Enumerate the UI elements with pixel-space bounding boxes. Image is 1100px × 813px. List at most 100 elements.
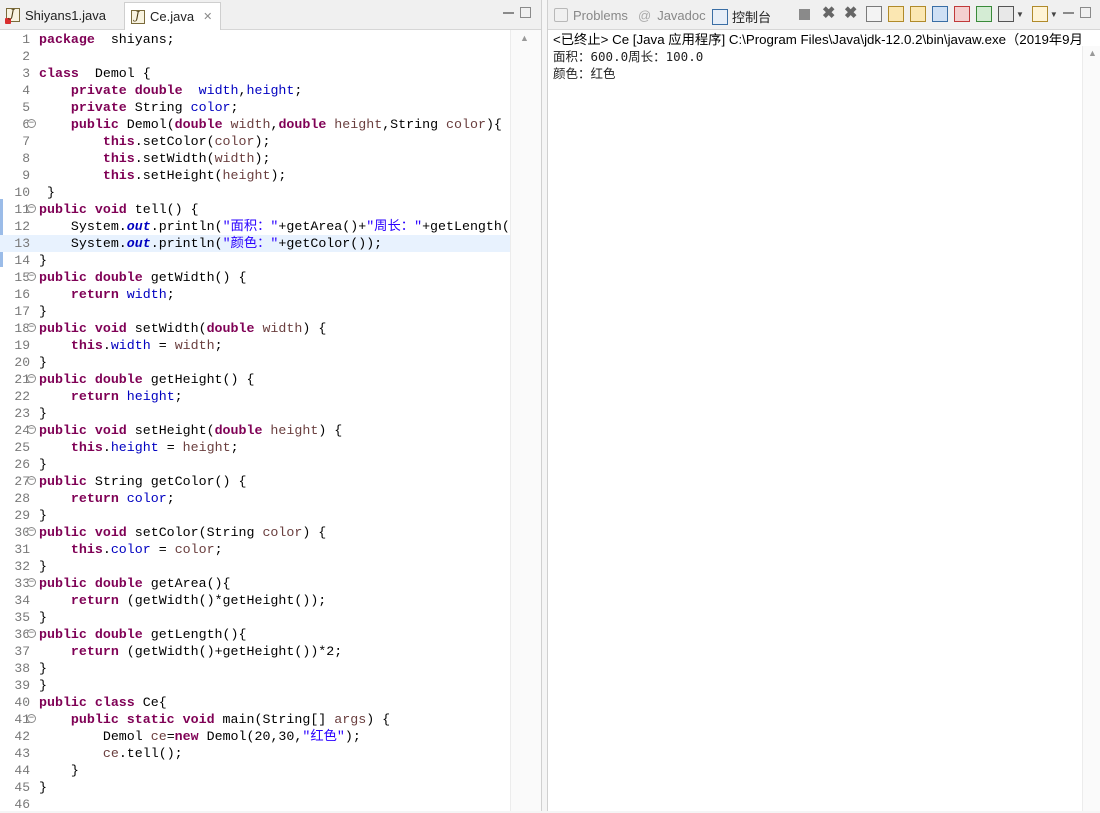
code-line[interactable]: 11− public void tell() { (0, 201, 511, 218)
code-line[interactable]: 37 return (getWidth()+getHeight())*2; (0, 643, 511, 660)
line-number: 35 (14, 610, 30, 625)
tab-console[interactable]: 控制台 (708, 3, 771, 30)
remove-all-terminated-icon[interactable]: ✖ (844, 6, 860, 22)
code-text: } (39, 185, 55, 200)
clear-console-icon[interactable] (866, 6, 882, 22)
code-line[interactable]: 12 System.out.println("面积："+getArea()+"周… (0, 218, 533, 235)
code-text: private double width,height; (70, 83, 303, 98)
code-text: } (39, 253, 47, 268)
code-area[interactable]: 1 package shiyans; 2 3 class Demol {4 privat… (0, 30, 541, 813)
code-line[interactable]: 22 return height; (0, 388, 511, 405)
remove-launch-icon[interactable]: ✖ (822, 6, 838, 22)
fold-toggle-icon[interactable]: − (27, 204, 36, 213)
code-line[interactable]: 32} (0, 558, 511, 575)
scroll-up-icon[interactable]: ▲ (520, 33, 529, 43)
pin-console-icon[interactable] (976, 6, 992, 22)
code-line[interactable]: 6− public Demol(double width,double heig… (0, 116, 511, 133)
code-line[interactable]: 24− public void setHeight(double height) … (0, 422, 511, 439)
fold-toggle-icon[interactable]: − (27, 578, 36, 587)
show-on-output-icon[interactable] (932, 6, 948, 22)
code-line[interactable]: 44 } (0, 762, 511, 779)
chevron-down-icon[interactable]: ▼ (1050, 10, 1058, 19)
code-line[interactable]: 40 public class Ce{ (0, 694, 511, 711)
code-line[interactable]: 43 ce.tell(); (0, 745, 511, 762)
code-line[interactable]: 2 (0, 48, 511, 65)
line-number: 45 (14, 780, 30, 795)
open-console-icon[interactable] (1031, 6, 1048, 22)
line-number: 30 (14, 525, 30, 540)
word-wrap-icon[interactable] (910, 6, 926, 22)
code-line[interactable]: 33− public double getArea(){ (0, 575, 511, 592)
code-line[interactable]: 25 this.height = height; (0, 439, 511, 456)
code-text: public String getColor() { (39, 474, 247, 489)
fold-toggle-icon[interactable]: − (27, 323, 36, 332)
code-line[interactable]: 15− public double getWidth() { (0, 269, 511, 286)
minimize-icon[interactable] (1063, 7, 1074, 14)
code-line[interactable]: 7 this.setColor(color); (0, 133, 511, 150)
tab-problems[interactable]: Problems (550, 3, 628, 27)
code-line[interactable]: 9 this.setHeight(height); (0, 167, 511, 184)
code-line[interactable]: 5 private String color; (0, 99, 511, 116)
fold-toggle-icon[interactable]: − (27, 714, 36, 723)
terminate-icon[interactable] (799, 8, 810, 20)
code-line[interactable]: 27− public String getColor() { (0, 473, 511, 490)
maximize-icon[interactable] (1080, 7, 1091, 18)
code-line[interactable]: 23} (0, 405, 511, 422)
fold-toggle-icon[interactable]: − (27, 476, 36, 485)
code-text: return width; (70, 287, 175, 302)
scroll-lock-icon[interactable] (888, 6, 904, 22)
code-line[interactable]: 20} (0, 354, 511, 371)
code-line[interactable]: 35} (0, 609, 511, 626)
code-line[interactable]: 36− public double getLength(){ (0, 626, 511, 643)
code-line[interactable]: 10 } (0, 184, 511, 201)
code-line[interactable]: 17} (0, 303, 511, 320)
code-line[interactable]: 3 class Demol { (0, 65, 511, 82)
code-line[interactable]: 34 return (getWidth()*getHeight()); (0, 592, 511, 609)
code-line[interactable]: 41− public static void main(String[] arg… (0, 711, 511, 728)
code-text: } (39, 661, 47, 676)
code-line[interactable]: 18− public void setWidth(double width) { (0, 320, 511, 337)
console-output[interactable]: <已终止> Ce [Java 应用程序] C:\Program Files\Ja… (553, 31, 1081, 82)
show-on-error-icon[interactable] (954, 6, 970, 22)
fold-toggle-icon[interactable]: − (27, 425, 36, 434)
code-line[interactable]: 16 return width; (0, 286, 511, 303)
fold-toggle-icon[interactable]: − (27, 119, 36, 128)
console-vertical-scrollbar[interactable]: ▲ (1082, 46, 1100, 811)
fold-toggle-icon[interactable]: − (27, 527, 36, 536)
minimize-icon[interactable] (503, 7, 514, 14)
code-line[interactable]: 13 System.out.println("颜色："+getColor()); (0, 235, 511, 252)
line-number: 1 (22, 32, 30, 47)
fold-toggle-icon[interactable]: − (27, 374, 36, 383)
code-line[interactable]: 8 this.setWidth(width); (0, 150, 511, 167)
code-line[interactable]: 42 Demol ce=new Demol(20,30,"红色"); (0, 728, 511, 745)
code-line[interactable]: 30− public void setColor(String color) { (0, 524, 511, 541)
code-line[interactable]: 21− public double getHeight() { (0, 371, 511, 388)
line-number: 2 (22, 49, 30, 64)
chevron-down-icon[interactable]: ▼ (1016, 10, 1024, 19)
line-number: 15 (14, 270, 30, 285)
code-line[interactable]: 39} (0, 677, 511, 694)
fold-toggle-icon[interactable]: − (27, 629, 36, 638)
tab-javadoc[interactable]: @ Javadoc (636, 3, 706, 27)
maximize-icon[interactable] (520, 7, 531, 18)
code-text: } (39, 678, 47, 693)
code-line[interactable]: 29} (0, 507, 511, 524)
code-line[interactable]: 45} (0, 779, 511, 796)
close-tab-icon[interactable]: ✕ (203, 10, 212, 23)
tab-shiyans1-java[interactable]: Shiyans1.java (0, 3, 120, 27)
code-line[interactable]: 26} (0, 456, 511, 473)
code-line[interactable]: 38} (0, 660, 511, 677)
line-number: 7 (22, 134, 30, 149)
code-line[interactable]: 4 private double width,height; (0, 82, 511, 99)
editor-vertical-scrollbar[interactable]: ▲ (510, 30, 541, 811)
scroll-up-icon[interactable]: ▲ (1088, 48, 1097, 58)
code-line[interactable]: 1 package shiyans; (0, 31, 511, 48)
code-line[interactable]: 19 this.width = width; (0, 337, 511, 354)
code-line[interactable]: 46 (0, 796, 511, 813)
display-console-icon[interactable] (998, 6, 1014, 22)
fold-toggle-icon[interactable]: − (27, 272, 36, 281)
code-line[interactable]: 31 this.color = color; (0, 541, 511, 558)
tab-ce-java[interactable]: Ce.java ✕ (124, 2, 222, 30)
code-line[interactable]: 28 return color; (0, 490, 511, 507)
code-line[interactable]: 14} (0, 252, 511, 269)
